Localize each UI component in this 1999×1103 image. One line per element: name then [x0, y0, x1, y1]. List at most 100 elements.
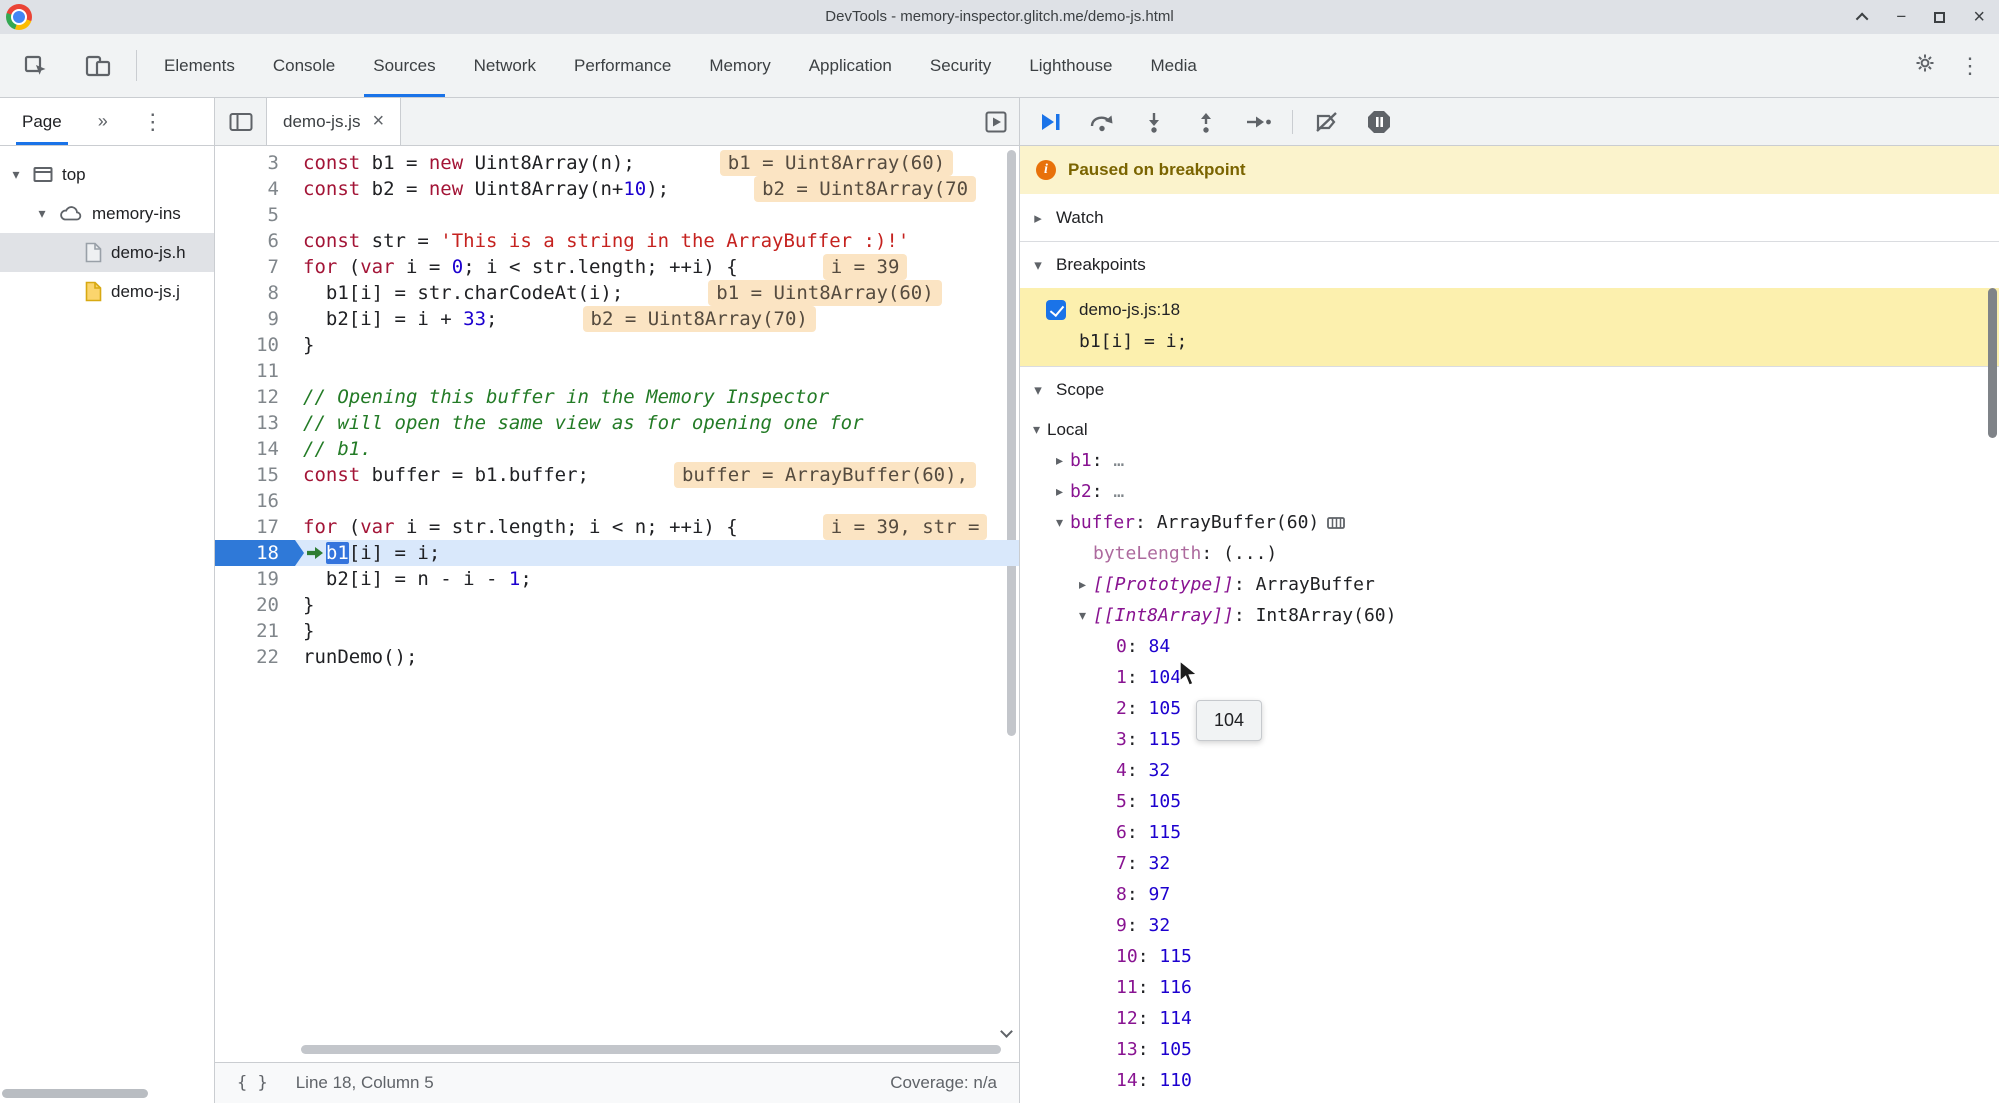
tree-item-demo-js-j[interactable]: demo-js.j	[0, 272, 214, 311]
code-line-11[interactable]: 11	[215, 358, 1019, 384]
expander-icon[interactable]: ▸	[1049, 452, 1070, 469]
code-line-16[interactable]: 16	[215, 488, 1019, 514]
watch-section-header[interactable]: ▸ Watch	[1020, 194, 1999, 242]
resume-script-button[interactable]	[1028, 104, 1072, 140]
code-line-17[interactable]: 17 for (var i = str.length; i < n; ++i) {…	[215, 514, 1019, 540]
tab-application[interactable]: Application	[790, 34, 911, 97]
line-number[interactable]: 14	[215, 436, 295, 462]
line-number[interactable]: 6	[215, 228, 295, 254]
scope-section-header[interactable]: ▾ Scope	[1020, 366, 1999, 412]
line-number[interactable]: 4	[215, 176, 295, 202]
device-toolbar-icon[interactable]	[76, 48, 120, 84]
expander-icon[interactable]: ▾	[34, 205, 50, 222]
window-minimize-button[interactable]: −	[1896, 0, 1906, 34]
expander-icon[interactable]: ▾	[8, 166, 24, 183]
line-number[interactable]: 15	[215, 462, 295, 488]
expander-icon[interactable]: ▸	[1049, 483, 1070, 500]
line-number[interactable]: 12	[215, 384, 295, 410]
line-number[interactable]: 22	[215, 644, 295, 670]
tab-page[interactable]: Page	[16, 98, 68, 145]
code-line-10[interactable]: 10}	[215, 332, 1019, 358]
line-number[interactable]: 10	[215, 332, 295, 358]
code-line-7[interactable]: 7 for (var i = 0; i < str.length; ++i) {i…	[215, 254, 1019, 280]
inspect-element-icon[interactable]	[14, 48, 58, 84]
code-line-19[interactable]: 19 b2[i] = n - i - 1;	[215, 566, 1019, 592]
code-line-4[interactable]: 4 const b2 = new Uint8Array(n+10); b2 = Ui…	[215, 176, 1019, 202]
step-into-button[interactable]	[1132, 104, 1176, 140]
toggle-debugger-sidebar-icon[interactable]	[985, 111, 1019, 133]
line-number[interactable]: 21	[215, 618, 295, 644]
tree-item-memory-ins[interactable]: ▾ memory-ins	[0, 194, 214, 233]
tab-network[interactable]: Network	[455, 34, 555, 97]
tab-elements[interactable]: Elements	[145, 34, 254, 97]
step-button[interactable]	[1236, 104, 1280, 140]
tab-console[interactable]: Console	[254, 34, 354, 97]
code-line-12[interactable]: 12 // Opening this buffer in the Memory I…	[215, 384, 1019, 410]
code-line-21[interactable]: 21}	[215, 618, 1019, 644]
tab-memory[interactable]: Memory	[690, 34, 789, 97]
line-number[interactable]: 19	[215, 566, 295, 592]
line-number[interactable]: 9	[215, 306, 295, 332]
sidebar-horizontal-scrollbar[interactable]	[2, 1089, 148, 1098]
breakpoints-section-header[interactable]: ▾ Breakpoints	[1020, 242, 1999, 288]
tab-lighthouse[interactable]: Lighthouse	[1010, 34, 1131, 97]
tree-item-top[interactable]: ▾ top	[0, 155, 214, 194]
scope-section-local[interactable]: ▾ Local	[1020, 414, 1999, 445]
expander-icon[interactable]: ▸	[1072, 576, 1093, 593]
deactivate-breakpoints-button[interactable]	[1305, 104, 1349, 140]
expander-icon[interactable]: ▾	[1030, 381, 1046, 399]
debugger-vertical-scrollbar[interactable]	[1988, 288, 1997, 438]
code-editor[interactable]: 3 const b1 = new Uint8Array(n); b1 = Uint8…	[215, 146, 1019, 1062]
step-over-button[interactable]	[1080, 104, 1124, 140]
code-line-13[interactable]: 13 // will open the same view as for open…	[215, 410, 1019, 436]
line-number[interactable]: 16	[215, 488, 295, 514]
scope-entry-b2[interactable]: ▸ b2: …	[1020, 476, 1999, 507]
settings-gear-icon[interactable]	[1913, 51, 1937, 80]
code-line-22[interactable]: 22 runDemo();	[215, 644, 1019, 670]
more-tabs-icon[interactable]: »	[98, 111, 108, 132]
navigator-kebab-icon[interactable]: ⋮	[142, 109, 164, 135]
window-restore-button[interactable]	[1934, 11, 1946, 23]
scope-entry-b1[interactable]: ▸ b1: …	[1020, 445, 1999, 476]
line-number[interactable]: 13	[215, 410, 295, 436]
expander-icon[interactable]: ▾	[1072, 607, 1093, 624]
scope-entry-prototype[interactable]: ▸ [[Prototype]]: ArrayBuffer	[1020, 569, 1999, 600]
code-line-3[interactable]: 3 const b1 = new Uint8Array(n); b1 = Uint8…	[215, 150, 1019, 176]
code-line-5[interactable]: 5	[215, 202, 1019, 228]
tree-item-demo-js-h[interactable]: demo-js.h	[0, 233, 214, 272]
expander-icon[interactable]: ▾	[1030, 256, 1046, 274]
tab-media[interactable]: Media	[1132, 34, 1216, 97]
code-line-18[interactable]: 18 b1[i] = i;	[215, 540, 1019, 566]
expander-icon[interactable]: ▾	[1049, 514, 1070, 531]
editor-tab-demo-js[interactable]: demo-js.js ×	[267, 98, 402, 145]
tab-security[interactable]: Security	[911, 34, 1010, 97]
tab-performance[interactable]: Performance	[555, 34, 690, 97]
code-line-9[interactable]: 9 b2[i] = i + 33; b2 = Uint8Array(70)	[215, 306, 1019, 332]
close-tab-icon[interactable]: ×	[372, 110, 384, 133]
tab-sources[interactable]: Sources	[354, 34, 454, 97]
line-number[interactable]: 7	[215, 254, 295, 280]
line-number[interactable]: 20	[215, 592, 295, 618]
code-line-14[interactable]: 14 // b1.	[215, 436, 1019, 462]
line-number[interactable]: 5	[215, 202, 295, 228]
code-line-6[interactable]: 6 const str = 'This is a string in the Ar…	[215, 228, 1019, 254]
scope-entry-int8array[interactable]: ▾ [[Int8Array]]: Int8Array(60)	[1020, 600, 1999, 631]
window-close-button[interactable]: ×	[1973, 6, 1985, 29]
line-number[interactable]: 11	[215, 358, 295, 384]
toggle-navigator-icon[interactable]	[215, 98, 267, 145]
property-value[interactable]: (...)	[1223, 543, 1277, 564]
expander-icon[interactable]: ▸	[1030, 209, 1046, 227]
code-line-20[interactable]: 20}	[215, 592, 1019, 618]
more-options-kebab-icon[interactable]: ⋮	[1959, 53, 1981, 79]
editor-horizontal-scrollbar[interactable]	[301, 1045, 1001, 1054]
line-number[interactable]: 17	[215, 514, 295, 540]
pretty-print-button[interactable]: { }	[237, 1073, 268, 1093]
memory-inspector-icon[interactable]	[1326, 515, 1346, 531]
line-number[interactable]: 18	[215, 540, 304, 566]
line-number[interactable]: 3	[215, 150, 295, 176]
scope-entry-buffer[interactable]: ▾ buffer: ArrayBuffer(60)	[1020, 507, 1999, 538]
pause-on-exceptions-button[interactable]	[1357, 104, 1401, 140]
line-number[interactable]: 8	[215, 280, 295, 306]
code-line-8[interactable]: 8 b1[i] = str.charCodeAt(i); b1 = Uint8Ar…	[215, 280, 1019, 306]
breakpoint-entry[interactable]: demo-js.js:18 b1[i] = i;	[1020, 288, 1999, 366]
